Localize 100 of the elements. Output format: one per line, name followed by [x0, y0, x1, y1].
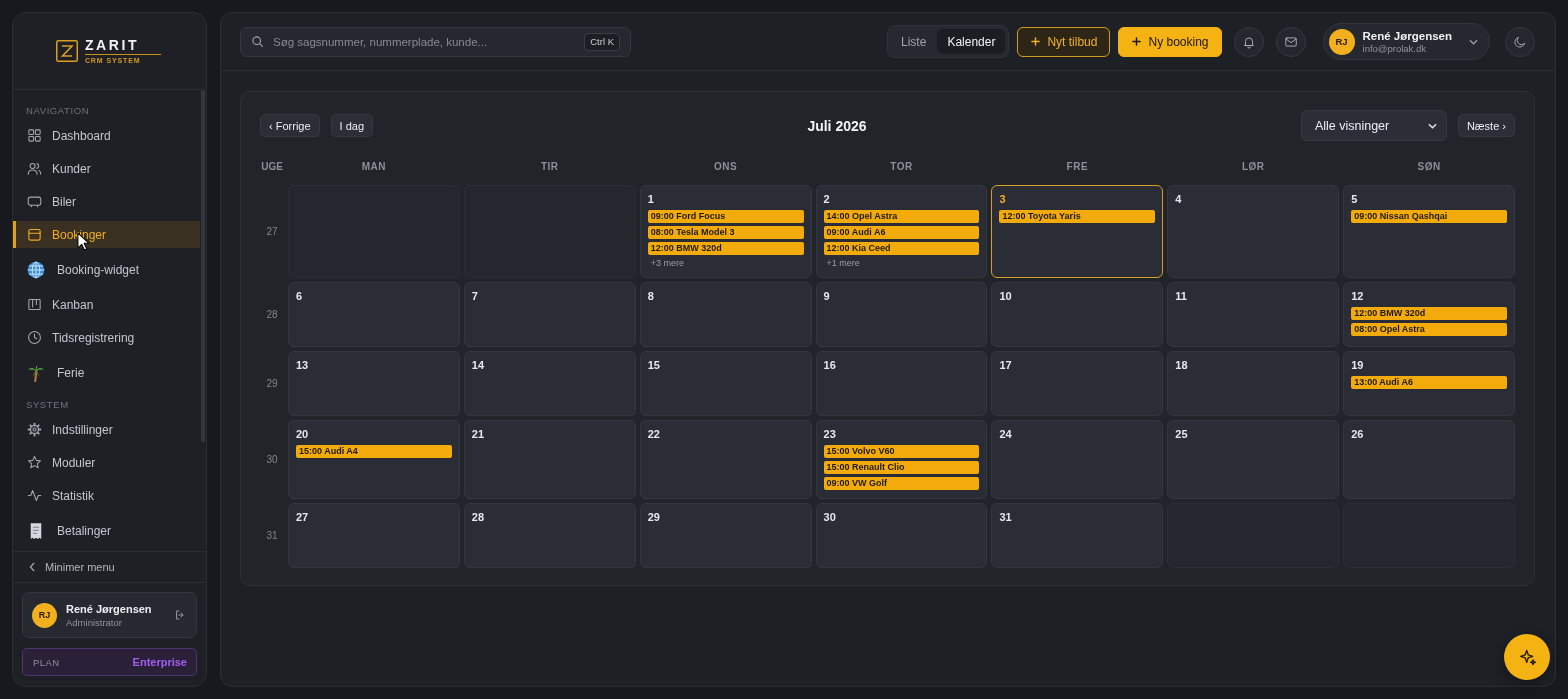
sidebar-item[interactable]: Indstillinger [13, 416, 200, 443]
view-filter-select[interactable]: Alle visninger [1300, 110, 1447, 141]
day-number: 17 [999, 359, 1013, 372]
pulse-icon [27, 488, 42, 503]
logout-icon[interactable] [174, 609, 186, 621]
plus-icon [1132, 37, 1142, 46]
day-number: 5 [1351, 193, 1359, 206]
booking-event[interactable]: 12:00 Toyota Yaris [999, 210, 1156, 223]
day-number: 11 [1175, 290, 1188, 303]
new-booking-button[interactable]: Ny booking [1118, 26, 1222, 57]
notifications-button[interactable] [1233, 26, 1264, 57]
week-number: 31 [265, 530, 279, 541]
globe-icon [27, 260, 45, 279]
day-number: 23 [823, 428, 837, 441]
day-number: 2 [823, 193, 831, 206]
weekday-label: TIR [539, 160, 560, 174]
day-number: 30 [823, 511, 837, 524]
day-number: 18 [1175, 359, 1189, 372]
sidebar-item[interactable]: Tidsregistrering [13, 324, 200, 351]
logo-wordmark: ZARIT [84, 37, 162, 55]
previous-button[interactable]: ‹ Forrige [260, 114, 320, 137]
booking-event[interactable]: 15:00 Renault Clio [823, 461, 980, 474]
sidebar-item[interactable]: Dashboard [13, 122, 200, 149]
booking-event[interactable]: 12:00 BMW 320d [1351, 307, 1507, 320]
view-tab[interactable]: Liste [891, 29, 937, 54]
theme-button[interactable] [1505, 26, 1535, 57]
more-link[interactable]: +1 mere [823, 258, 980, 269]
day-number: 16 [823, 359, 837, 372]
sidebar-item[interactable]: Ferie [13, 357, 200, 388]
day-number: 7 [471, 290, 479, 303]
mail-icon [1283, 34, 1298, 49]
booking-event[interactable]: 08:00 Tesla Model 3 [647, 226, 804, 239]
today-button[interactable]: I dag [330, 114, 374, 137]
weekday-label: LØR [1240, 160, 1266, 174]
search-icon [251, 34, 264, 48]
chevron-down-icon [1427, 122, 1437, 129]
day-number: 19 [1351, 359, 1365, 372]
sidebar-item[interactable]: Moduler [13, 449, 200, 476]
booking-event[interactable]: 14:00 Opel Astra [823, 210, 980, 223]
moon-icon [1513, 34, 1527, 49]
monitor-icon [27, 194, 42, 209]
day-number: 27 [296, 511, 310, 524]
sidebar-item[interactable]: Kunder [13, 155, 200, 182]
sidebar-item[interactable]: Bookinger [13, 221, 200, 248]
week-column-label: UGE [260, 160, 284, 174]
star-icon [27, 455, 42, 470]
user-role: Administrator [66, 615, 123, 629]
day-number: 25 [1175, 428, 1189, 441]
users-icon [27, 161, 42, 176]
sidebar-item[interactable]: Betalinger [13, 515, 200, 546]
day-number: 31 [999, 511, 1013, 524]
weekday-label: ONS [713, 160, 739, 174]
day-number: 9 [823, 290, 831, 303]
booking-event[interactable]: 13:00 Audi A6 [1351, 376, 1507, 389]
sidebar-item[interactable]: Statistik [13, 482, 200, 509]
day-number: 15 [647, 359, 661, 372]
booking-event[interactable]: 15:00 Volvo V60 [823, 445, 980, 458]
month-title: Juli 2026 [806, 117, 868, 134]
day-number: 4 [1175, 193, 1183, 206]
week-number: 27 [265, 226, 279, 237]
sidebar-item[interactable]: Kanban [13, 291, 200, 318]
booking-event[interactable]: 09:00 Audi A6 [823, 226, 980, 239]
weekday-label: SØN [1416, 160, 1442, 174]
sidebar-item[interactable]: Biler [13, 188, 200, 215]
plan-label: PLAN [33, 656, 60, 668]
chevron-left-icon [29, 562, 36, 572]
z-logo-icon [55, 40, 78, 62]
booking-event[interactable]: 09:00 Nissan Qashqai [1351, 210, 1507, 223]
booking-event[interactable]: 08:00 Opel Astra [1351, 323, 1507, 336]
day-number: 26 [1351, 428, 1365, 441]
booking-event[interactable]: 09:00 Ford Focus [647, 210, 804, 223]
user-name: René Jørgensen [66, 601, 152, 616]
user-avatar: RJ [1328, 28, 1355, 55]
weekday-label: FRE [1065, 160, 1090, 174]
nav-section-label: NAVIGATION [25, 104, 91, 117]
day-number: 22 [647, 428, 661, 441]
collapse-menu-button[interactable]: Minimer menu [13, 551, 206, 582]
view-tab[interactable]: Kalender [937, 29, 1006, 54]
booking-event[interactable]: 09:00 VW Golf [823, 477, 980, 490]
week-number: 29 [265, 378, 279, 389]
plus-icon [1031, 37, 1041, 46]
booking-event[interactable]: 15:00 Audi A4 [296, 445, 452, 458]
sidebar-item[interactable]: Booking-widget [13, 254, 200, 285]
user-menu[interactable]: RJ René Jørgensen info@prolak.dk [1322, 23, 1490, 60]
new-quote-button[interactable]: Nyt tilbud [1017, 26, 1111, 57]
day-number: 10 [999, 290, 1013, 303]
more-link[interactable]: +3 mere [647, 258, 804, 269]
sparkle-icon [1517, 647, 1537, 667]
calendar-icon [27, 227, 42, 242]
next-button[interactable]: Næste › [1457, 114, 1515, 137]
booking-event[interactable]: 12:00 Kia Ceed [823, 242, 980, 255]
kanban-icon [27, 297, 42, 312]
gear-icon [27, 422, 42, 437]
booking-event[interactable]: 12:00 BMW 320d [647, 242, 804, 255]
day-number: 14 [471, 359, 486, 372]
nav-section-label: SYSTEM [25, 398, 70, 411]
user-email: info@prolak.dk [1362, 42, 1428, 55]
chevron-down-icon [1469, 38, 1478, 45]
plan-name: Enterprise [132, 656, 187, 668]
messages-button[interactable] [1275, 26, 1306, 57]
